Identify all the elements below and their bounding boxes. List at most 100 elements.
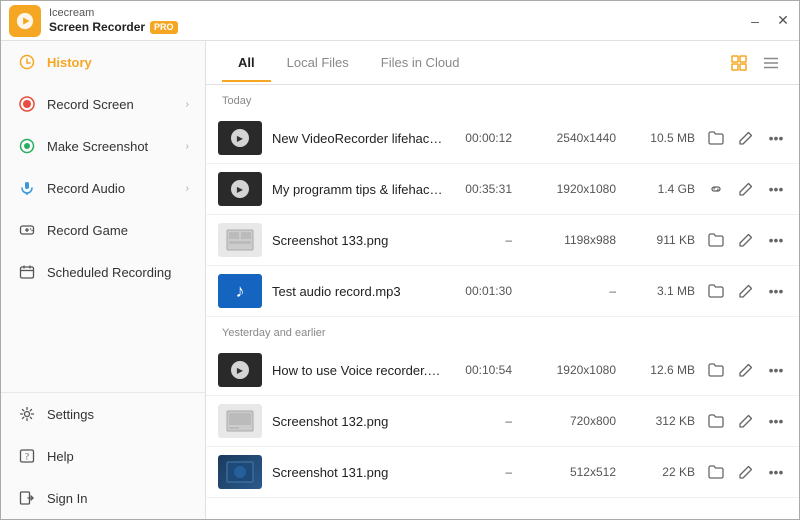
folder-icon[interactable] [705,229,727,251]
file-duration: – [454,414,512,428]
more-icon[interactable]: ••• [765,229,787,251]
file-meta: – 512x512 22 KB [454,465,695,479]
close-button[interactable]: ✕ [775,13,791,29]
more-icon[interactable]: ••• [765,280,787,302]
grid-view-button[interactable] [727,51,751,75]
file-duration: – [454,233,512,247]
file-row[interactable]: ♪ Test audio record.mp3 00:01:30 – 3.1 M… [206,266,799,317]
content-area: All Local Files Files in Cloud [206,41,799,519]
pro-badge: PRO [150,21,178,35]
sidebar-item-record-game[interactable]: Record Game [1,209,205,251]
edit-icon[interactable] [735,229,757,251]
file-resolution: 720x800 [536,414,616,428]
history-icon [17,52,37,72]
file-thumbnail [218,455,262,489]
file-size: 911 KB [640,233,695,247]
settings-icon [17,404,37,424]
file-size: 22 KB [640,465,695,479]
edit-icon[interactable] [735,178,757,200]
sidebar-item-make-screenshot[interactable]: Make Screenshot › [1,125,205,167]
sidebar-item-label-sign-in: Sign In [47,491,87,506]
scheduled-recording-icon [17,262,37,282]
file-resolution: 1198x988 [536,233,616,247]
file-actions: ••• [705,280,787,302]
edit-icon[interactable] [735,359,757,381]
file-name: New VideoRecorder lifehacks.mp4 [272,131,444,146]
file-thumbnail [218,404,262,438]
folder-icon[interactable] [705,359,727,381]
file-info: How to use Voice recorder.mp4 [272,363,444,378]
file-info: Screenshot 131.png [272,465,444,480]
sidebar-item-label-record-screen: Record Screen [47,97,134,112]
app-title-text: Icecream Screen Recorder PRO [49,6,178,36]
more-icon[interactable]: ••• [765,461,787,483]
file-resolution: 2540x1440 [536,131,616,145]
more-icon[interactable]: ••• [765,359,787,381]
file-duration: – [454,465,512,479]
tab-local-files[interactable]: Local Files [271,43,365,82]
music-note-icon: ♪ [236,281,245,302]
title-bar: Icecream Screen Recorder PRO – ✕ [1,1,799,41]
play-icon: ▶ [231,180,249,198]
chevron-icon-screenshot: › [186,141,189,152]
sidebar-item-record-screen[interactable]: Record Screen › [1,83,205,125]
main-container: History Record Screen › Make Screenshot … [1,41,799,519]
file-name: How to use Voice recorder.mp4 [272,363,444,378]
app-name-top: Icecream [49,6,178,20]
file-actions: ••• [705,178,787,200]
sidebar-item-help[interactable]: ? Help [1,435,205,477]
edit-icon[interactable] [735,280,757,302]
file-actions: ••• [705,359,787,381]
more-icon[interactable]: ••• [765,178,787,200]
edit-icon[interactable] [735,461,757,483]
file-resolution: 1920x1080 [536,182,616,196]
file-list: Today ▶ New VideoRecorder lifehacks.mp4 … [206,85,799,519]
edit-icon[interactable] [735,127,757,149]
file-info: Screenshot 133.png [272,233,444,248]
tab-all[interactable]: All [222,43,271,82]
link-icon[interactable] [705,178,727,200]
sign-in-icon [17,488,37,508]
file-actions: ••• [705,410,787,432]
sidebar-item-label-record-audio: Record Audio [47,181,125,196]
file-info: Screenshot 132.png [272,414,444,429]
screenshot-icon [17,136,37,156]
file-row[interactable]: ▶ How to use Voice recorder.mp4 00:10:54… [206,345,799,396]
file-info: My programm tips & lifehacks.mp4 [272,182,444,197]
file-row[interactable]: ▶ New VideoRecorder lifehacks.mp4 00:00:… [206,113,799,164]
tab-files-in-cloud[interactable]: Files in Cloud [365,43,476,82]
sidebar-item-history[interactable]: History [1,41,205,83]
folder-icon[interactable] [705,280,727,302]
chevron-icon-record-screen: › [186,99,189,110]
app-icon [9,5,41,37]
sidebar-item-label-settings: Settings [47,407,94,422]
folder-icon[interactable] [705,410,727,432]
file-thumbnail: ▶ [218,121,262,155]
more-icon[interactable]: ••• [765,410,787,432]
sidebar-item-sign-in[interactable]: Sign In [1,477,205,519]
list-view-button[interactable] [759,51,783,75]
file-meta: 00:00:12 2540x1440 10.5 MB [454,131,695,145]
tabs-bar: All Local Files Files in Cloud [206,41,799,85]
app-name-label: Screen Recorder [49,20,145,36]
edit-icon[interactable] [735,410,757,432]
file-row[interactable]: Screenshot 133.png – 1198x988 911 KB ••• [206,215,799,266]
file-row[interactable]: ▶ My programm tips & lifehacks.mp4 00:35… [206,164,799,215]
file-thumbnail: ▶ [218,172,262,206]
sidebar-item-scheduled-recording[interactable]: Scheduled Recording [1,251,205,293]
sidebar-item-record-audio[interactable]: Record Audio › [1,167,205,209]
file-actions: ••• [705,127,787,149]
file-row[interactable]: Screenshot 131.png – 512x512 22 KB ••• [206,447,799,498]
file-info: Test audio record.mp3 [272,284,444,299]
file-meta: – 1198x988 911 KB [454,233,695,247]
file-meta: – 720x800 312 KB [454,414,695,428]
folder-icon[interactable] [705,461,727,483]
minimize-button[interactable]: – [747,13,763,29]
file-row[interactable]: Screenshot 132.png – 720x800 312 KB ••• [206,396,799,447]
folder-icon[interactable] [705,127,727,149]
sidebar-item-settings[interactable]: Settings [1,393,205,435]
file-name: Test audio record.mp3 [272,284,444,299]
more-icon[interactable]: ••• [765,127,787,149]
sidebar-item-label-scheduled: Scheduled Recording [47,265,171,280]
file-name: My programm tips & lifehacks.mp4 [272,182,444,197]
